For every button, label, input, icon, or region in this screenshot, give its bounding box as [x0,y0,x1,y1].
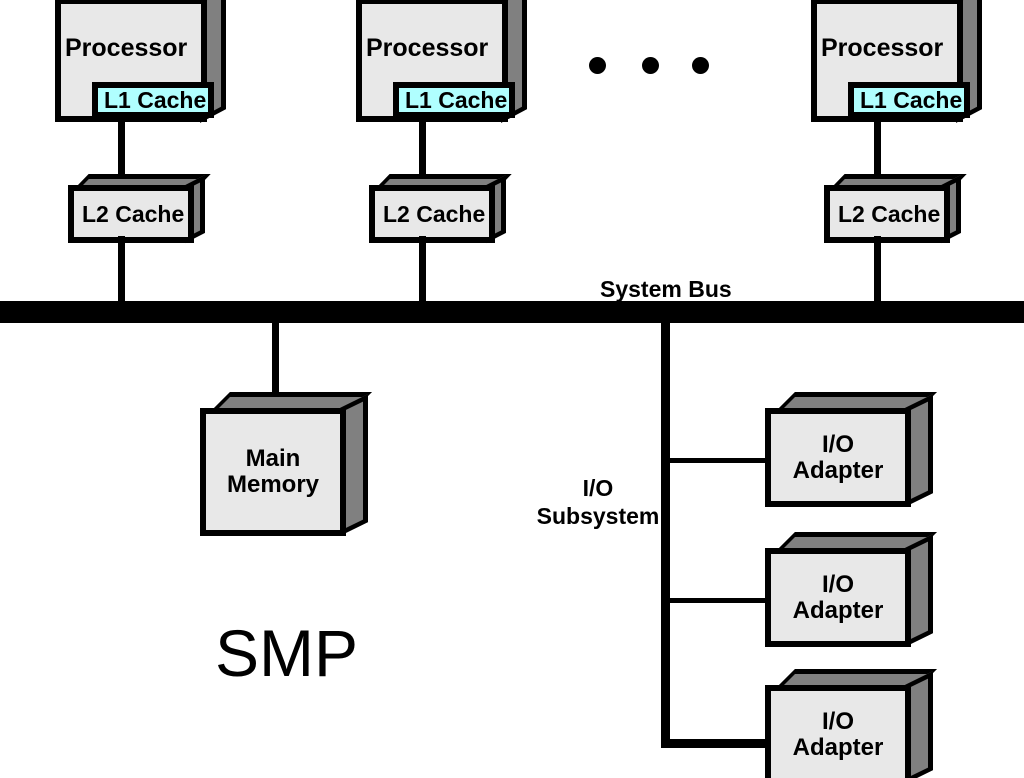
io-adapter-2-box: I/O Adapter [765,532,937,649]
system-bus-bar [0,301,1024,323]
io-adapter-3-label-line2: Adapter [792,733,884,761]
l2-cache-3-to-bus-connector [874,236,881,304]
io-adapter-2-branch-line [668,598,772,603]
main-memory-label-line2: Memory [226,471,320,498]
system-bus-label: System Bus [600,276,732,302]
ellipsis-dot-3 [692,57,709,74]
io-adapter-1-label-line2: Adapter [792,456,884,484]
main-memory-box: Main Memory [200,392,372,538]
processor-2-label: Processor [366,34,489,62]
io-adapter-3-box: I/O Adapter [765,669,937,778]
io-adapter-2-label-line1: I/O [821,570,854,598]
io-subsystem-label-line1: I/O [582,475,614,501]
io-adapter-1-box: I/O Adapter [765,392,937,509]
io-subsystem-label-line2: Subsystem [536,503,660,529]
smp-architecture-diagram: Processor L1 Cache L2 Cache Processor L1… [0,0,1024,778]
l2-cache-2-box: L2 Cache [369,174,512,245]
ellipsis-dot-1 [589,57,606,74]
io-adapter-2-box-front-face: I/O Adapter [765,548,911,647]
io-adapter-1-branch-line [668,458,772,463]
l2-cache-2-to-bus-connector [419,236,426,304]
main-memory-label-line1: Main [245,445,301,473]
l2-cache-3-label: L2 Cache [824,185,950,243]
processor-1-l1-cache-box: L1 Cache [92,82,214,118]
io-adapter-3-branch-line [661,739,772,748]
l2-cache-1-label: L2 Cache [68,185,194,243]
io-adapter-2-label-line2: Adapter [792,596,884,624]
io-adapter-3-label-line1: I/O [821,707,854,735]
l2-cache-1-box: L2 Cache [68,174,211,245]
main-memory-box-front-face: Main Memory [200,408,346,536]
processor-2-box: Processor L1 Cache [356,0,532,124]
io-adapter-1-box-front-face: I/O Adapter [765,408,911,507]
processor-3-l1-cache-box: L1 Cache [848,82,970,118]
processor-3-label: Processor [821,34,944,62]
l2-cache-3-box: L2 Cache [824,174,967,245]
processor-1-label: Processor [65,34,188,62]
io-subsystem-bus-line [661,320,670,748]
diagram-title: SMP [215,616,359,690]
l2-cache-1-to-bus-connector [118,236,125,304]
ellipsis-dot-2 [642,57,659,74]
io-subsystem-label: I/O Subsystem [523,474,673,530]
processor-2-l1-cache-box: L1 Cache [393,82,515,118]
l2-cache-2-label: L2 Cache [369,185,495,243]
io-adapter-3-box-front-face: I/O Adapter [765,685,911,778]
processor-3-box: Processor L1 Cache [811,0,987,124]
io-adapter-1-label-line1: I/O [821,430,854,458]
processor-1-box: Processor L1 Cache [55,0,231,124]
